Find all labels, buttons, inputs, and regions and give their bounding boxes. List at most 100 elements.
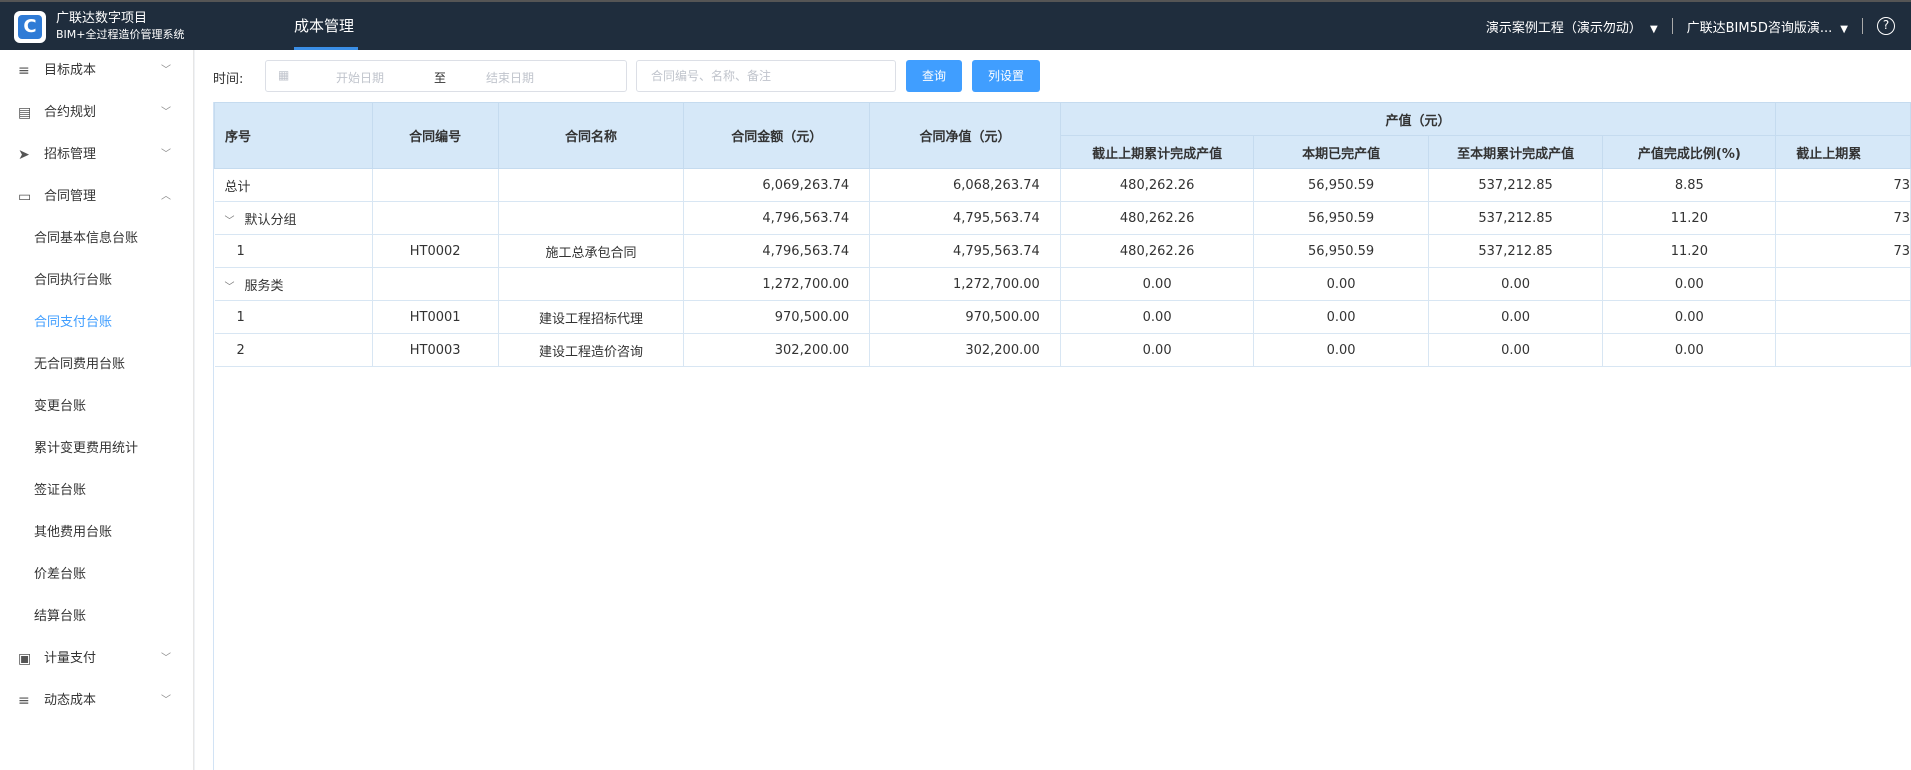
top-bar: C 广联达数字项目 BIM+全过程造价管理系统 成本管理 演示案例工程（演示勿动… <box>0 0 1911 50</box>
col-header-seq: 序号 <box>214 102 373 169</box>
chevron-up-icon: ︿ <box>161 191 171 202</box>
col-group-output: 产值（元） <box>1059 102 1777 136</box>
logo-icon: C <box>18 15 42 39</box>
folder-icon: ▭ <box>18 189 32 205</box>
org-select-label: 广联达BIM5D咨询版演... <box>1686 20 1833 36</box>
sidebar-menu-label: 计量支付 <box>44 651 97 666</box>
sidebar-menu-label: 合同管理 <box>44 189 97 204</box>
end-date-input[interactable]: 结束日期 <box>486 69 534 86</box>
sidebar-subitem[interactable]: 合同基本信息台账 <box>0 218 193 260</box>
cell-code <box>372 201 499 235</box>
sidebar-menu-document-1[interactable]: ▤ 合约规划 ﹀ <box>0 92 193 134</box>
chevron-down-icon: ﹀ <box>161 65 171 76</box>
table-row[interactable]: 1 HT0001 建设工程招标代理 970,500.00 970,500.00 0.00 0… <box>214 300 1911 334</box>
col-header-net: 合同净值（元） <box>869 102 1061 169</box>
document-icon: ▤ <box>18 105 32 121</box>
cell-cur: 56,950.59 <box>1253 234 1429 268</box>
start-date-input[interactable]: 开始日期 <box>336 69 384 86</box>
cell-code: HT0003 <box>372 333 499 367</box>
cell-name <box>498 201 685 235</box>
col-header-code: 合同编号 <box>371 102 499 169</box>
cell-ratio: 0.00 <box>1602 300 1777 334</box>
cell-extra: 73 <box>1775 234 1911 268</box>
project-select[interactable]: 演示案例工程（演示勿动） ▼ <box>1486 17 1658 36</box>
top-right-controls: 演示案例工程（演示勿动） ▼ 广联达BIM5D咨询版演... ▼ ? <box>1486 2 1895 50</box>
col-header-cur: 本期已完产值 <box>1253 135 1429 169</box>
cell-cum: 537,212.85 <box>1428 168 1604 202</box>
cell-prev_cum: 480,262.26 <box>1060 201 1255 235</box>
cell-extra: 73 <box>1775 168 1911 202</box>
cell-cur: 56,950.59 <box>1253 168 1429 202</box>
brand-title: 广联达数字项目 <box>56 11 148 26</box>
sidebar-subitem[interactable]: 结算台账 <box>0 596 193 638</box>
query-button[interactable]: 查询 <box>906 60 962 92</box>
cell-seq-text: 1 <box>236 309 245 325</box>
column-settings-button[interactable]: 列设置 <box>972 60 1040 92</box>
sidebar-subitem[interactable]: 合同支付台账 <box>0 302 193 344</box>
cell-code <box>372 267 499 301</box>
cell-name: 建设工程招标代理 <box>498 300 685 334</box>
sidebar-subitem[interactable]: 价差台账 <box>0 554 193 596</box>
sidebar-subitem[interactable]: 累计变更费用统计 <box>0 428 193 470</box>
cell-cum: 537,212.85 <box>1428 234 1604 268</box>
nav-tab-cost-management[interactable]: 成本管理 <box>294 2 354 50</box>
cell-amount: 970,500.00 <box>683 300 871 334</box>
cell-extra: 73 <box>1775 201 1911 235</box>
cell-cum: 537,212.85 <box>1428 201 1604 235</box>
date-range-picker[interactable]: ▦ 开始日期 至 结束日期 <box>265 60 627 92</box>
collapse-toggle-icon[interactable]: ﹀ <box>225 212 235 227</box>
cell-cur: 0.00 <box>1253 300 1429 334</box>
main-content: 时间: ▦ 开始日期 至 结束日期 合同编号、名称、备注 查询 列设置 序号 合… <box>195 50 1911 770</box>
cell-name: 建设工程造价咨询 <box>498 333 685 367</box>
cell-seq-text: 服务类 <box>244 278 284 294</box>
cell-net: 4,795,563.74 <box>869 234 1061 268</box>
sidebar-menu-label: 动态成本 <box>44 693 97 708</box>
table-row[interactable]: 1 HT0002 施工总承包合同 4,796,563.74 4,795,563.74 48… <box>214 234 1911 268</box>
cell-ratio: 11.20 <box>1602 201 1777 235</box>
cell-seq-text: 总计 <box>224 179 251 195</box>
sidebar-subitem[interactable]: 签证台账 <box>0 470 193 512</box>
cell-extra <box>1775 267 1911 301</box>
sidebar-subitem[interactable]: 其他费用台账 <box>0 512 193 554</box>
help-icon[interactable]: ? <box>1877 17 1895 35</box>
app-logo[interactable]: C <box>14 11 46 43</box>
sidebar-menu-label: 合约规划 <box>44 105 97 120</box>
brand: 广联达数字项目 BIM+全过程造价管理系统 <box>56 10 185 43</box>
org-select[interactable]: 广联达BIM5D咨询版演... ▼ <box>1687 17 1848 36</box>
sidebar-menu-send-2[interactable]: ➤ 招标管理 ﹀ <box>0 134 193 176</box>
cell-seq: 2 <box>214 333 373 367</box>
table: 序号 合同编号 合同名称 合同金额（元） 合同净值（元） 产值（元） 截止上期累… <box>214 102 1911 367</box>
sidebar-subitem[interactable]: 无合同费用台账 <box>0 344 193 386</box>
table-row[interactable]: 2 HT0003 建设工程造价咨询 302,200.00 302,200.00 0.00 0… <box>214 333 1911 367</box>
date-range-separator: 至 <box>434 71 447 85</box>
col-group-next <box>1775 102 1911 136</box>
cell-ratio: 0.00 <box>1602 333 1777 367</box>
chevron-down-icon: ﹀ <box>161 695 171 706</box>
time-label: 时间: <box>213 72 244 87</box>
collapse-toggle-icon[interactable]: ﹀ <box>225 278 235 293</box>
table-total-row[interactable]: 总计 6,069,263.74 6,068,263.74 480,262.26 56,9… <box>214 168 1911 202</box>
filter-bar: 时间: ▦ 开始日期 至 结束日期 合同编号、名称、备注 查询 列设置 <box>195 50 1911 102</box>
cell-name <box>498 168 685 202</box>
cell-net: 970,500.00 <box>869 300 1061 334</box>
sidebar-subitem[interactable]: 变更台账 <box>0 386 193 428</box>
sidebar-menu-folder-3[interactable]: ▭ 合同管理 ︿ <box>0 176 193 218</box>
sidebar-menu-database-1[interactable]: ≡ 动态成本 ﹀ <box>0 680 193 722</box>
cell-code <box>372 168 499 202</box>
table-group-row[interactable]: ﹀ 默认分组 4,796,563.74 4,795,563.74 480,262.26 5… <box>214 201 1911 235</box>
cell-extra <box>1775 300 1911 334</box>
cell-ratio: 8.85 <box>1602 168 1777 202</box>
chevron-down-icon: ▼ <box>1840 23 1848 35</box>
sidebar-subitem[interactable]: 合同执行台账 <box>0 260 193 302</box>
sidebar-menu-database-0[interactable]: ≡ 目标成本 ﹀ <box>0 50 193 92</box>
search-input[interactable]: 合同编号、名称、备注 <box>636 60 896 92</box>
cell-amount: 4,796,563.74 <box>683 234 871 268</box>
cell-seq: 1 <box>214 234 373 268</box>
cell-seq-text: 1 <box>236 243 245 259</box>
cell-prev_cum: 0.00 <box>1060 300 1255 334</box>
col-header-cum: 至本期累计完成产值 <box>1427 135 1604 169</box>
chevron-down-icon: ▼ <box>1649 23 1658 35</box>
table-group-row[interactable]: ﹀ 服务类 1,272,700.00 1,272,700.00 0.00 0.00 0.00… <box>214 267 1911 301</box>
cell-net: 302,200.00 <box>869 333 1061 367</box>
sidebar-menu-briefcase-0[interactable]: ▣ 计量支付 ﹀ <box>0 638 193 680</box>
